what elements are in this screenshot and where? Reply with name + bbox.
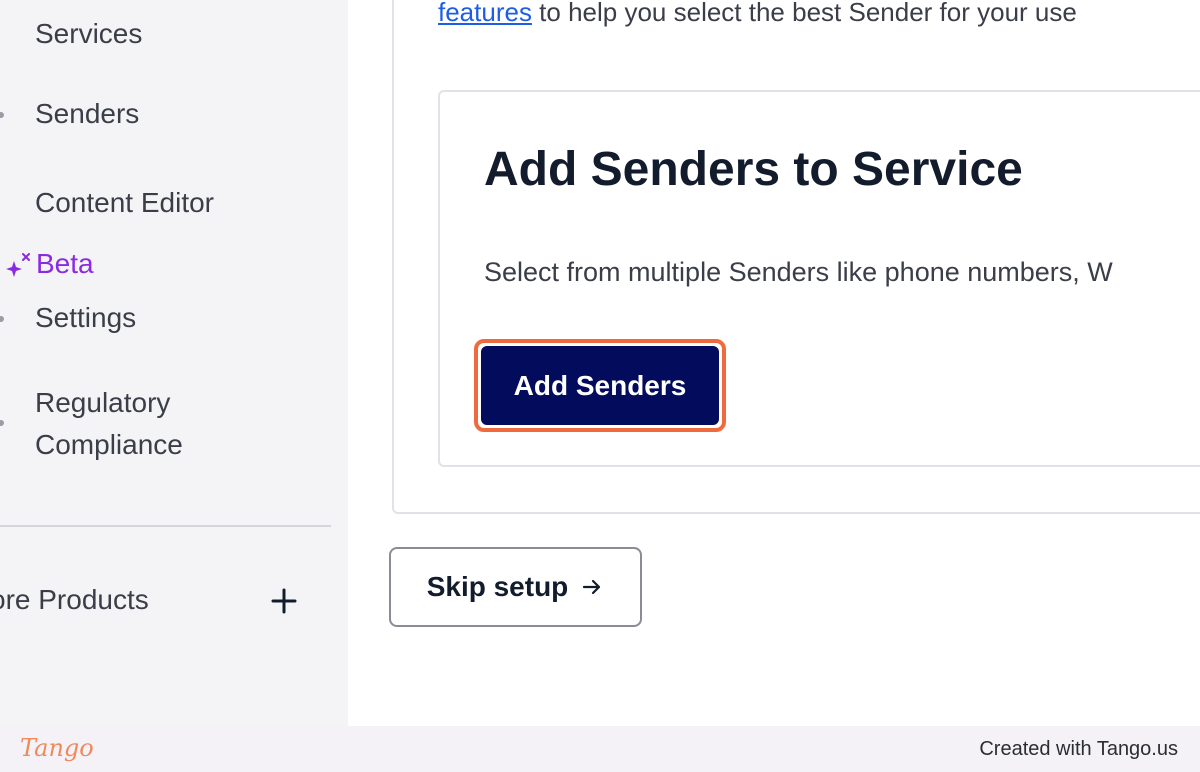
- features-link[interactable]: features: [438, 0, 532, 27]
- sidebar-item-services[interactable]: Services: [35, 13, 142, 55]
- more-products-label[interactable]: ore Products: [0, 580, 149, 620]
- tango-footer: Tango Created with Tango.us: [0, 726, 1200, 772]
- card-description: Select from multiple Senders like phone …: [484, 257, 1113, 287]
- sidebar-divider: [0, 525, 331, 527]
- add-senders-button[interactable]: Add Senders: [481, 346, 719, 425]
- main-content: features to help you select the best Sen…: [348, 0, 1200, 726]
- skip-setup-label: Skip setup: [426, 571, 569, 602]
- sidebar-item-regulatory-compliance[interactable]: Regulatory Compliance: [35, 382, 183, 466]
- expand-more-products-button[interactable]: [266, 583, 302, 619]
- sidebar-item-label: Compliance: [35, 429, 183, 460]
- sidebar: Services Senders Content Editor Beta Set…: [0, 0, 348, 726]
- card-title: Add Senders to Service: [484, 143, 1023, 196]
- beta-badge: Beta: [4, 244, 94, 284]
- nav-bullet: [0, 420, 4, 426]
- intro-text: features to help you select the best Sen…: [438, 0, 1077, 30]
- nav-bullet: [0, 316, 4, 322]
- sidebar-item-senders[interactable]: Senders: [35, 93, 139, 135]
- sparkle-icon: [6, 253, 30, 277]
- plus-icon: [271, 588, 297, 614]
- arrow-right-icon: [583, 579, 601, 595]
- nav-bullet: [0, 112, 4, 118]
- sidebar-item-label: Regulatory: [35, 387, 171, 418]
- beta-label: Beta: [36, 248, 94, 279]
- tango-credit: Created with Tango.us: [979, 738, 1178, 760]
- tango-logo: Tango: [20, 734, 94, 762]
- sidebar-item-content-editor[interactable]: Content Editor: [35, 182, 214, 224]
- screenshot-frame: Services Senders Content Editor Beta Set…: [0, 0, 1200, 772]
- intro-text-rest: to help you select the best Sender for y…: [531, 0, 1077, 27]
- skip-setup-button[interactable]: Skip setup: [389, 547, 642, 627]
- sidebar-item-settings[interactable]: Settings: [35, 297, 136, 339]
